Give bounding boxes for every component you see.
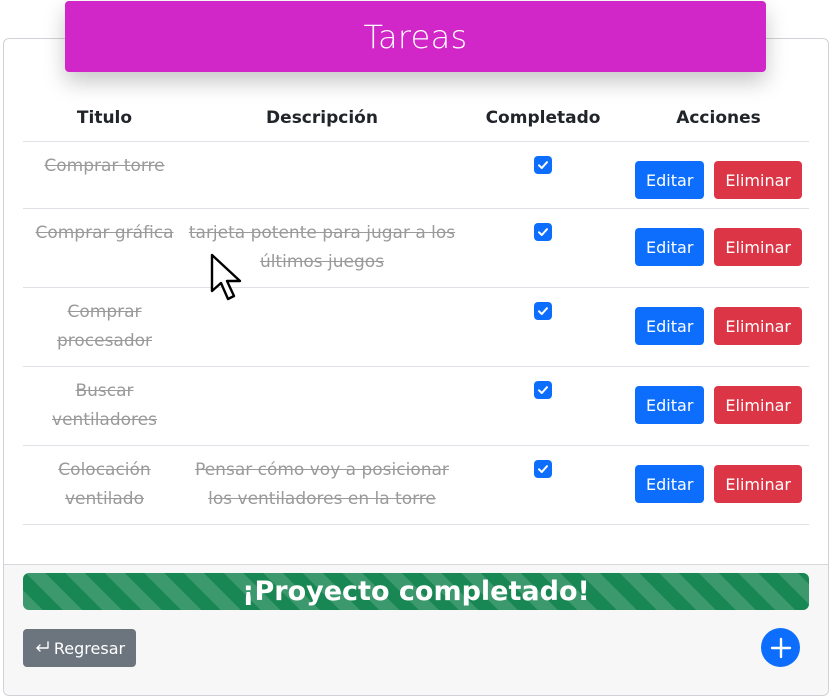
task-description	[186, 367, 458, 377]
task-description-cell: Pensar cómo voy a posicionar los ventila…	[186, 445, 458, 525]
task-title: Colocación ventilado	[58, 460, 151, 509]
tasks-table: Titulo Descripción Completado Acciones C…	[23, 95, 809, 525]
task-completed-cell	[458, 141, 628, 209]
check-icon	[538, 307, 548, 315]
check-icon	[538, 161, 548, 169]
task-completed-cell	[458, 445, 628, 525]
delete-button[interactable]: Eliminar	[714, 161, 802, 199]
plus-icon	[770, 637, 791, 658]
mouse-pointer-icon	[210, 253, 242, 301]
check-icon	[538, 386, 548, 394]
column-header-description: Descripción	[186, 95, 458, 142]
column-header-actions: Acciones	[628, 95, 809, 142]
return-arrow-icon	[36, 641, 49, 652]
delete-button[interactable]: Eliminar	[714, 465, 802, 503]
task-title: Comprar gráfica	[35, 223, 174, 243]
task-completed-cell	[458, 208, 628, 288]
task-actions-cell: Editar Eliminar	[628, 287, 809, 367]
delete-button[interactable]: Eliminar	[714, 228, 802, 266]
task-actions-cell: Editar Eliminar	[628, 366, 809, 446]
task-title-cell: Buscar ventiladores	[23, 366, 186, 446]
task-title-cell: Comprar gráfica	[23, 208, 186, 288]
check-icon	[538, 465, 548, 473]
task-actions-cell: Editar Eliminar	[628, 208, 809, 288]
task-description-cell	[186, 366, 458, 446]
task-completed-cell	[458, 366, 628, 446]
task-description-cell	[186, 141, 458, 209]
delete-button[interactable]: Eliminar	[714, 386, 802, 424]
completed-checkbox[interactable]	[534, 156, 552, 174]
project-progress-bar: ¡Proyecto completado!	[23, 573, 809, 610]
back-button-label: Regresar	[53, 638, 126, 658]
table-row: Comprar procesador Editar Eliminar	[23, 287, 809, 367]
completed-checkbox[interactable]	[534, 302, 552, 320]
page-title: Tareas	[65, 1, 766, 72]
completed-checkbox[interactable]	[534, 381, 552, 399]
table-row: Comprar torre Editar Eliminar	[23, 141, 809, 209]
task-title-cell: Colocación ventilado	[23, 445, 186, 525]
task-title-cell: Comprar procesador	[23, 287, 186, 367]
column-header-completed: Completado	[458, 95, 628, 142]
add-task-button[interactable]	[761, 628, 800, 667]
task-actions-cell: Editar Eliminar	[628, 141, 809, 209]
task-title-cell: Comprar torre	[23, 141, 186, 209]
task-completed-cell	[458, 287, 628, 367]
delete-button[interactable]: Eliminar	[714, 307, 802, 345]
check-icon	[538, 228, 548, 236]
task-actions-cell: Editar Eliminar	[628, 445, 809, 525]
table-row: Comprar gráfica tarjeta potente para jug…	[23, 208, 809, 288]
task-title: Buscar ventiladores	[52, 381, 157, 430]
edit-button[interactable]: Editar	[635, 307, 705, 345]
completed-checkbox[interactable]	[534, 460, 552, 478]
table-row: Buscar ventiladores Editar Eliminar	[23, 366, 809, 446]
task-title: Comprar torre	[44, 156, 165, 176]
task-description: Pensar cómo voy a posicionar los ventila…	[195, 460, 449, 509]
edit-button[interactable]: Editar	[635, 228, 705, 266]
task-title: Comprar procesador	[56, 302, 153, 351]
table-header-row: Titulo Descripción Completado Acciones	[23, 95, 809, 142]
edit-button[interactable]: Editar	[635, 161, 705, 199]
progress-label: ¡Proyecto completado!	[242, 576, 590, 607]
completed-checkbox[interactable]	[534, 223, 552, 241]
edit-button[interactable]: Editar	[635, 386, 705, 424]
edit-button[interactable]: Editar	[635, 465, 705, 503]
back-button[interactable]: Regresar	[23, 629, 136, 667]
table-row: Colocación ventilado Pensar cómo voy a p…	[23, 445, 809, 525]
column-header-title: Titulo	[23, 95, 186, 142]
task-description	[186, 142, 458, 152]
